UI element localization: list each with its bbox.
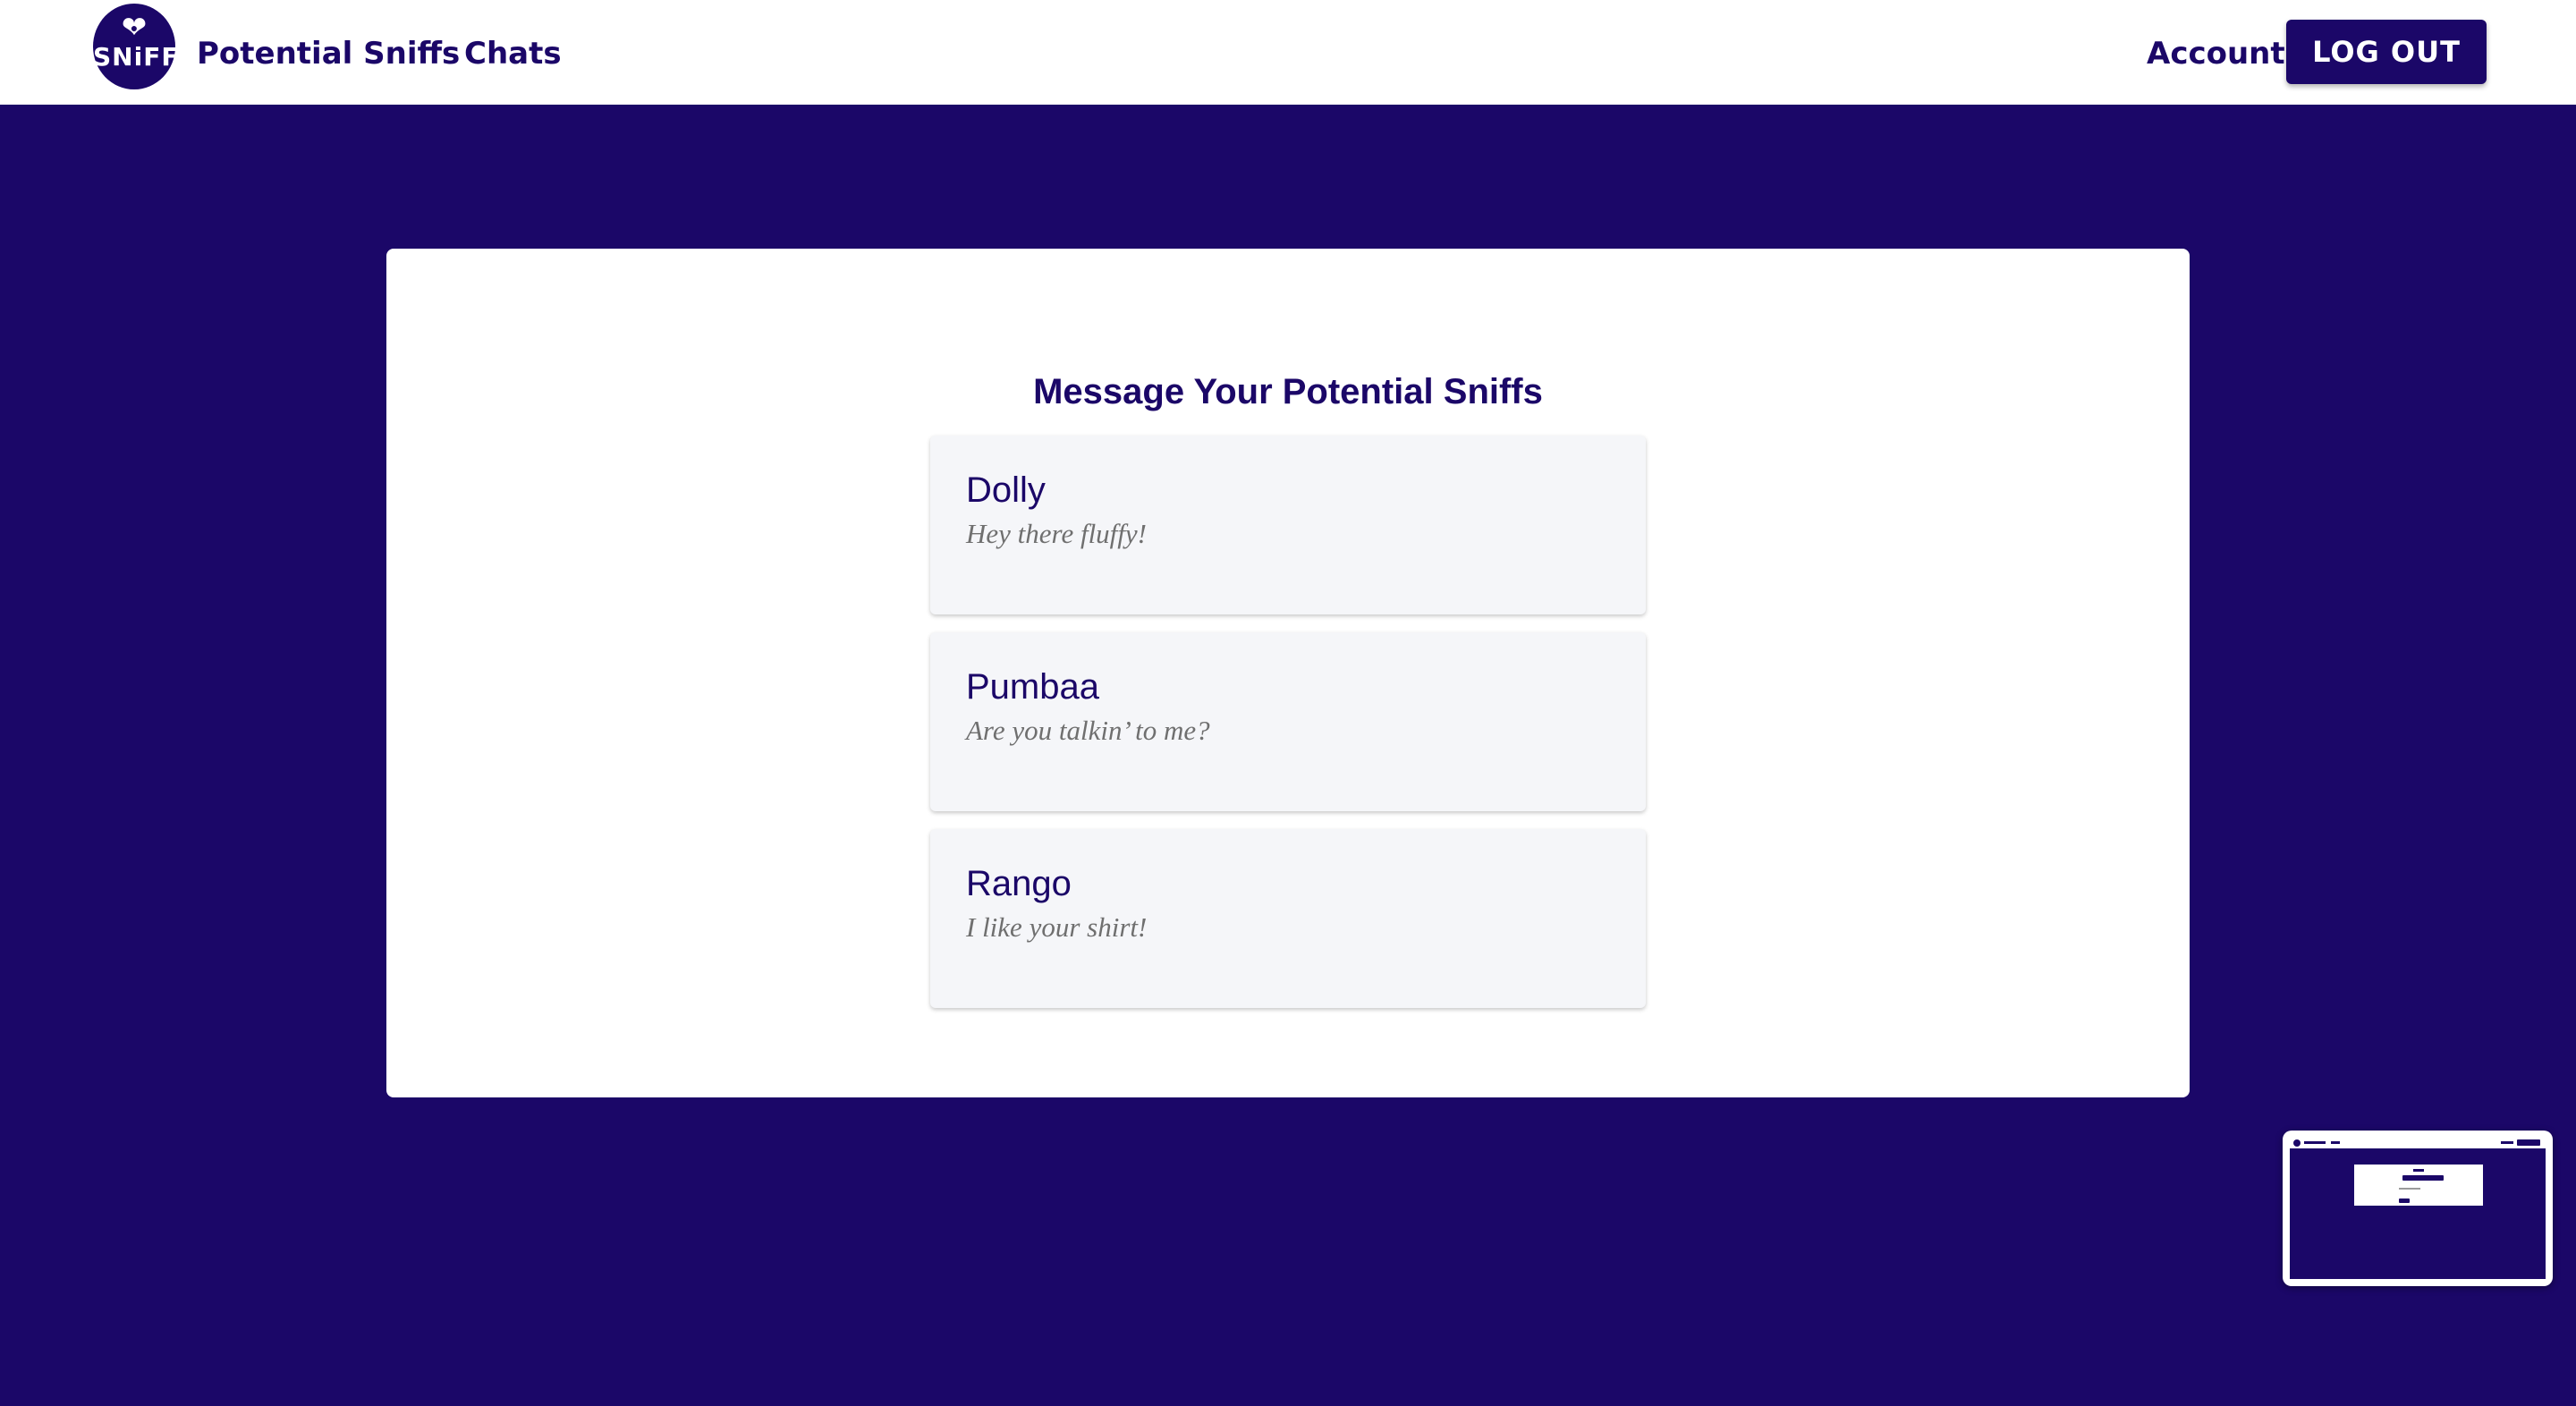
- preview-title: [2413, 1169, 2424, 1172]
- preview-text-line: [2399, 1188, 2420, 1190]
- chat-card-pumbaa[interactable]: Pumbaa Are you talkin’ to me?: [930, 632, 1646, 811]
- preview-nav-item: [2304, 1141, 2326, 1144]
- nav-account-link[interactable]: Account: [2147, 32, 2285, 75]
- sniff-logo[interactable]: ❤ ● SNiFF: [93, 4, 180, 89]
- nav-potential-sniffs-link[interactable]: Potential Sniffs: [197, 32, 460, 75]
- chat-card-rango[interactable]: Rango I like your shirt!: [930, 829, 1646, 1008]
- chat-card-dolly[interactable]: Dolly Hey there fluffy!: [930, 436, 1646, 614]
- chat-name: Pumbaa: [966, 667, 1099, 707]
- logo-wordmark: SNiFF: [93, 42, 180, 72]
- chat-name: Dolly: [966, 470, 1046, 510]
- preview-nav-item: [2501, 1141, 2513, 1144]
- preview-input: [2402, 1175, 2444, 1181]
- preview-logo: [2293, 1139, 2301, 1147]
- chat-last-message: Are you talkin’ to me?: [966, 715, 1210, 746]
- screen-preview-thumbnail[interactable]: [2283, 1131, 2553, 1286]
- logout-button[interactable]: LOG OUT: [2286, 20, 2487, 84]
- preview-nav-item: [2331, 1141, 2340, 1144]
- chats-panel: Message Your Potential Sniffs Dolly Hey …: [386, 249, 2190, 1097]
- page-title: Message Your Potential Sniffs: [1033, 371, 1543, 411]
- top-navigation-bar: ❤ ● SNiFF Potential Sniffs Chats Account…: [0, 0, 2576, 105]
- chat-last-message: I like your shirt!: [966, 911, 1148, 943]
- nav-chats-link[interactable]: Chats: [464, 32, 562, 75]
- preview-panel: [2354, 1165, 2483, 1206]
- paw-icon: ●: [130, 21, 139, 35]
- preview-topbar: [2290, 1138, 2546, 1148]
- chat-last-message: Hey there fluffy!: [966, 518, 1147, 549]
- preview-small-button: [2399, 1198, 2410, 1203]
- chat-name: Rango: [966, 864, 1072, 903]
- preview-screen: [2290, 1138, 2546, 1279]
- preview-button: [2517, 1139, 2540, 1146]
